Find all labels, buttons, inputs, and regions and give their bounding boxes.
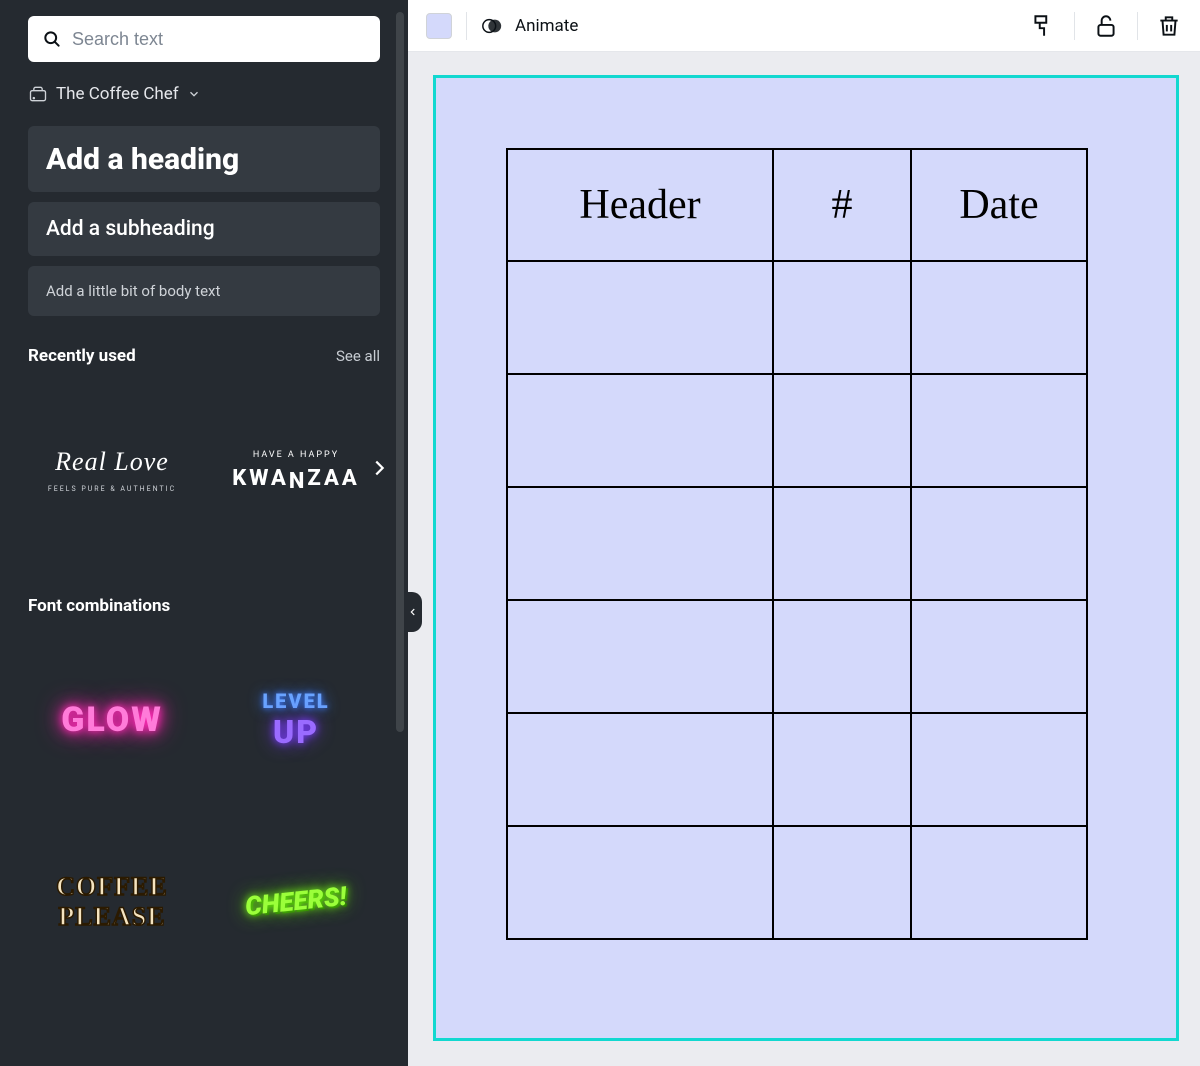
separator (466, 12, 467, 40)
table-row[interactable] (507, 713, 1087, 826)
copy-style-icon[interactable] (1030, 13, 1056, 39)
table-header-cell[interactable]: Header (507, 149, 773, 261)
table-element[interactable]: Header # Date (506, 148, 1088, 940)
table-cell[interactable] (911, 261, 1087, 374)
table-cell[interactable] (773, 261, 911, 374)
text-template-kwanzaa[interactable]: HAVE A HAPPY KWANZAA (212, 386, 380, 554)
recently-used-header: Recently used See all (28, 346, 380, 366)
template-text: CHEERS! (244, 882, 348, 922)
table-cell[interactable] (773, 713, 911, 826)
add-body-text-button[interactable]: Add a little bit of body text (28, 266, 380, 316)
table-row[interactable] (507, 261, 1087, 374)
add-subheading-button[interactable]: Add a subheading (28, 202, 380, 256)
table-row[interactable] (507, 374, 1087, 487)
template-subtext: UP (273, 713, 319, 751)
text-template-real-love[interactable]: Real Love FEELS PURE & AUTHENTIC (28, 386, 196, 554)
carousel-next-button[interactable] (368, 457, 390, 483)
add-heading-button[interactable]: Add a heading (28, 126, 380, 192)
search-input[interactable] (72, 29, 366, 50)
add-subheading-label: Add a subheading (46, 217, 215, 241)
brand-kit-icon (28, 84, 48, 104)
font-combos-row-1: GLOW LEVEL UP (28, 636, 380, 804)
template-text: LEVEL (262, 689, 329, 713)
table-cell[interactable] (507, 487, 773, 600)
transparency-icon[interactable] (481, 15, 503, 37)
table-cell[interactable] (507, 826, 773, 939)
table-cell[interactable] (773, 487, 911, 600)
table-row[interactable] (507, 826, 1087, 939)
table-cell[interactable] (911, 600, 1087, 713)
page-element[interactable]: Header # Date (436, 78, 1176, 1038)
table-row[interactable] (507, 487, 1087, 600)
table-cell[interactable] (911, 713, 1087, 826)
chevron-right-icon (368, 457, 390, 479)
table-cell[interactable] (911, 826, 1087, 939)
font-combo-cheers[interactable]: CHEERS! (212, 818, 380, 986)
table-header-cell[interactable]: # (773, 149, 911, 261)
table-cell[interactable] (507, 600, 773, 713)
font-combos-row-2: COFFEE PLEASE CHEERS! (28, 818, 380, 986)
brand-kit-name: The Coffee Chef (56, 84, 179, 104)
template-subtext: PLEASE (58, 902, 165, 932)
table-cell[interactable] (773, 826, 911, 939)
font-combo-coffee-please[interactable]: COFFEE PLEASE (28, 818, 196, 986)
canvas-area[interactable]: Header # Date (408, 52, 1200, 1066)
chevron-left-icon (408, 607, 418, 617)
fill-color-swatch[interactable] (426, 13, 452, 39)
template-text: Real Love (55, 447, 169, 477)
template-text: HAVE A HAPPY (253, 450, 339, 460)
sidebar-scrollbar[interactable] (396, 12, 404, 732)
table-row[interactable]: Header # Date (507, 149, 1087, 261)
recently-used-title: Recently used (28, 346, 136, 366)
font-combos-title: Font combinations (28, 596, 170, 616)
recently-used-see-all[interactable]: See all (336, 347, 380, 365)
separator (1074, 12, 1075, 40)
table-cell[interactable] (911, 374, 1087, 487)
lock-icon[interactable] (1093, 13, 1119, 39)
brand-kit-selector[interactable]: The Coffee Chef (28, 84, 380, 104)
chevron-down-icon (187, 87, 201, 101)
table-header-cell[interactable]: Date (911, 149, 1087, 261)
add-body-label: Add a little bit of body text (46, 282, 220, 300)
table-cell[interactable] (507, 374, 773, 487)
template-subtext: KWANZAA (232, 466, 359, 491)
editor-main: Animate Header # Date (408, 0, 1200, 1066)
add-heading-label: Add a heading (46, 142, 239, 177)
collapse-sidebar-button[interactable] (404, 592, 422, 632)
trash-icon[interactable] (1156, 13, 1182, 39)
template-text: COFFEE (56, 872, 167, 902)
sidebar-panel: The Coffee Chef Add a heading Add a subh… (0, 0, 408, 1066)
recently-used-row: Real Love FEELS PURE & AUTHENTIC HAVE A … (28, 386, 380, 554)
table-cell[interactable] (507, 713, 773, 826)
font-combos-header: Font combinations (28, 596, 380, 616)
template-subtext: FEELS PURE & AUTHENTIC (48, 485, 176, 493)
font-combo-glow[interactable]: GLOW (28, 636, 196, 804)
search-field[interactable] (28, 16, 380, 62)
table-row[interactable] (507, 600, 1087, 713)
context-toolbar: Animate (408, 0, 1200, 52)
separator (1137, 12, 1138, 40)
animate-button[interactable]: Animate (515, 16, 578, 36)
table-cell[interactable] (507, 261, 773, 374)
search-icon (42, 28, 62, 50)
table-cell[interactable] (773, 600, 911, 713)
table-cell[interactable] (911, 487, 1087, 600)
template-text: GLOW (61, 700, 163, 740)
table-cell[interactable] (773, 374, 911, 487)
font-combo-level-up[interactable]: LEVEL UP (212, 636, 380, 804)
